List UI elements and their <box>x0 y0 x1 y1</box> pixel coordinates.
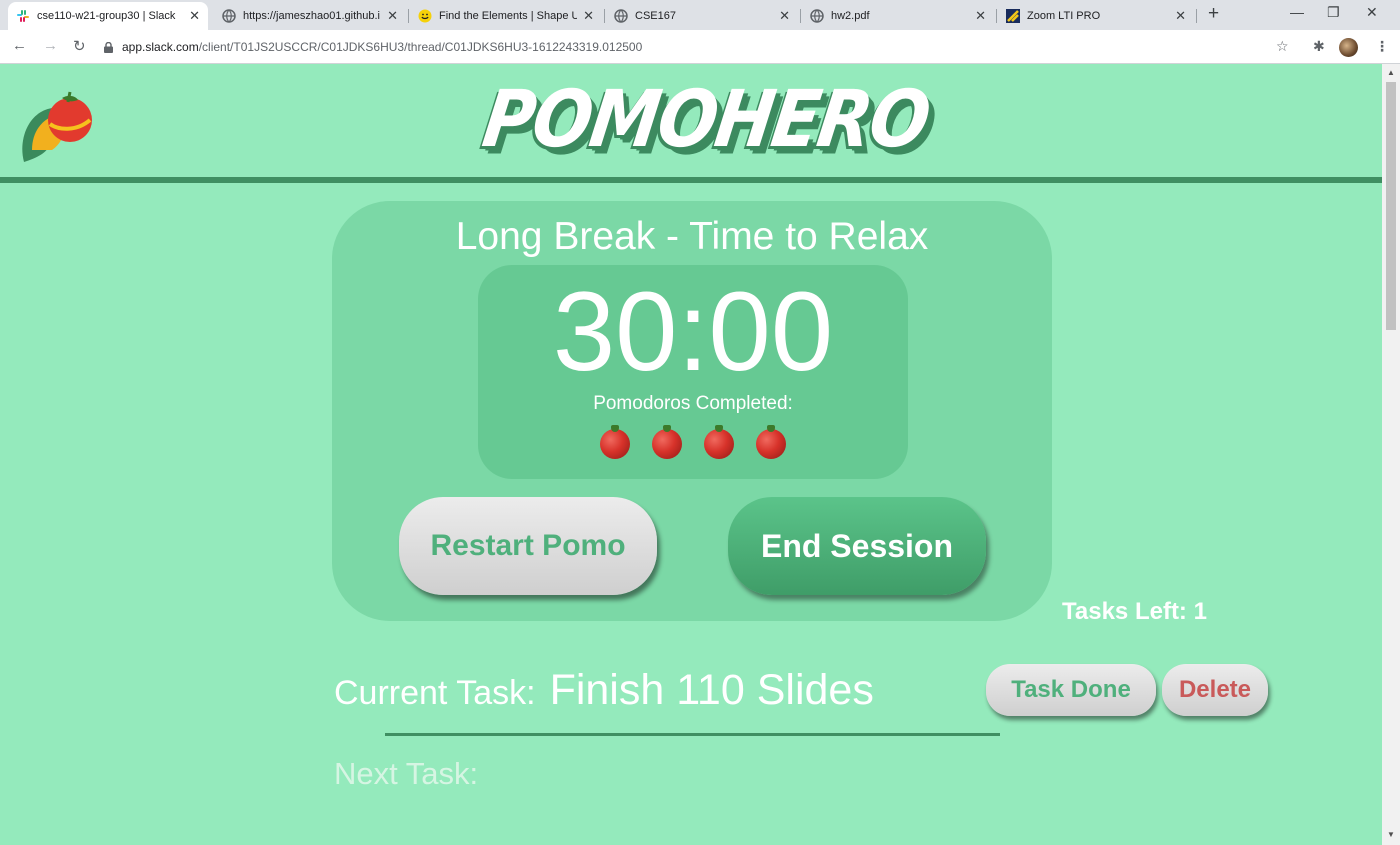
tomato-icon <box>704 425 734 459</box>
tab-separator <box>408 9 409 23</box>
delete-task-button[interactable]: Delete <box>1162 664 1268 716</box>
globe-icon <box>810 9 824 23</box>
extensions-puzzle-icon[interactable]: ✱ <box>1313 38 1325 55</box>
pomohero-page: POMOHERO Long Break - Time to Relax 30:0… <box>0 64 1382 845</box>
page-scrollbar[interactable]: ▲ ▼ <box>1382 64 1400 845</box>
bookmark-star-icon[interactable]: ☆ <box>1276 38 1289 55</box>
zoom-lti-icon <box>1006 9 1020 23</box>
tomato-icon <box>652 425 682 459</box>
url-host: app.slack.com <box>122 40 199 54</box>
pomodoros-completed-label: Pomodoros Completed: <box>593 393 793 414</box>
forward-icon[interactable]: → <box>43 37 58 54</box>
tab-github[interactable]: https://jameszhao01.github.i ✕ <box>214 2 406 30</box>
tab-separator <box>604 9 605 23</box>
scroll-up-arrow-icon[interactable]: ▲ <box>1387 68 1395 77</box>
tomato-icon <box>756 425 786 459</box>
profile-avatar[interactable] <box>1339 38 1358 57</box>
close-tab-icon[interactable]: ✕ <box>779 8 790 24</box>
reload-icon[interactable]: ↻ <box>73 37 86 55</box>
scroll-down-arrow-icon[interactable]: ▼ <box>1387 830 1395 839</box>
tab-shapeup[interactable]: Find the Elements | Shape Up ✕ <box>410 2 602 30</box>
task-done-button[interactable]: Task Done <box>986 664 1156 716</box>
close-window-icon[interactable]: ✕ <box>1366 4 1378 21</box>
tomato-icon <box>600 425 630 459</box>
end-session-button[interactable]: End Session <box>728 497 986 595</box>
close-tab-icon[interactable]: ✕ <box>975 8 986 24</box>
brand-title: POMOHERO <box>477 73 935 165</box>
pomodoros-completed-icons <box>478 425 908 459</box>
tab-separator <box>1196 9 1197 23</box>
current-task-label: Current Task: <box>334 674 536 712</box>
tasks-left-counter: Tasks Left: 1 <box>1062 598 1207 625</box>
lock-icon <box>104 41 113 53</box>
timer-card: Long Break - Time to Relax 30:00 Pomodor… <box>332 201 1052 621</box>
globe-icon <box>222 9 236 23</box>
timer-clock: 30:00 <box>552 269 834 394</box>
globe-icon <box>614 9 628 23</box>
shapeup-icon <box>418 9 432 23</box>
tomato-hero-logo-icon <box>18 90 96 168</box>
restore-icon[interactable]: ❐ <box>1327 4 1340 21</box>
restart-pomo-button[interactable]: Restart Pomo <box>399 497 657 595</box>
tab-hw2[interactable]: hw2.pdf ✕ <box>802 2 994 30</box>
close-tab-icon[interactable]: ✕ <box>387 8 398 24</box>
close-tab-icon[interactable]: ✕ <box>583 8 594 24</box>
scrollbar-thumb[interactable] <box>1386 82 1396 330</box>
close-tab-icon[interactable]: ✕ <box>189 8 200 24</box>
new-tab-icon[interactable]: + <box>1208 3 1219 25</box>
next-task-label: Next Task: <box>334 756 479 791</box>
tab-separator <box>996 9 997 23</box>
timer-display: 30:00 Pomodoros Completed: <box>478 265 908 479</box>
url-field[interactable]: app.slack.com/client/T01JS2USCCR/C01JDKS… <box>104 35 1269 59</box>
browser-tabstrip: cse110-w21-group30 | Slack ✕ https://jam… <box>0 0 1400 30</box>
back-icon[interactable]: ← <box>12 37 27 54</box>
url-path: /client/T01JS2USCCR/C01JDKS6HU3/thread/C… <box>198 40 643 54</box>
tab-zoom[interactable]: Zoom LTI PRO ✕ <box>998 2 1194 30</box>
close-tab-icon[interactable]: ✕ <box>1175 8 1186 24</box>
tab-cse167[interactable]: CSE167 ✕ <box>606 2 798 30</box>
address-bar-row: ← → ↻ app.slack.com/client/T01JS2USCCR/C… <box>0 30 1400 64</box>
current-task-row: Current Task: Finish 110 Slides <box>334 666 874 716</box>
mode-title: Long Break - Time to Relax <box>455 215 929 258</box>
header-divider <box>0 177 1382 183</box>
slack-icon <box>16 9 30 23</box>
current-task-name: Finish 110 Slides <box>549 666 874 714</box>
tab-separator <box>800 9 801 23</box>
tab-slack[interactable]: cse110-w21-group30 | Slack ✕ <box>8 2 208 30</box>
current-task-underline <box>385 733 1000 736</box>
menu-kebab-icon[interactable]: ⋮ <box>1375 38 1389 55</box>
minimize-icon[interactable]: — <box>1290 4 1304 20</box>
